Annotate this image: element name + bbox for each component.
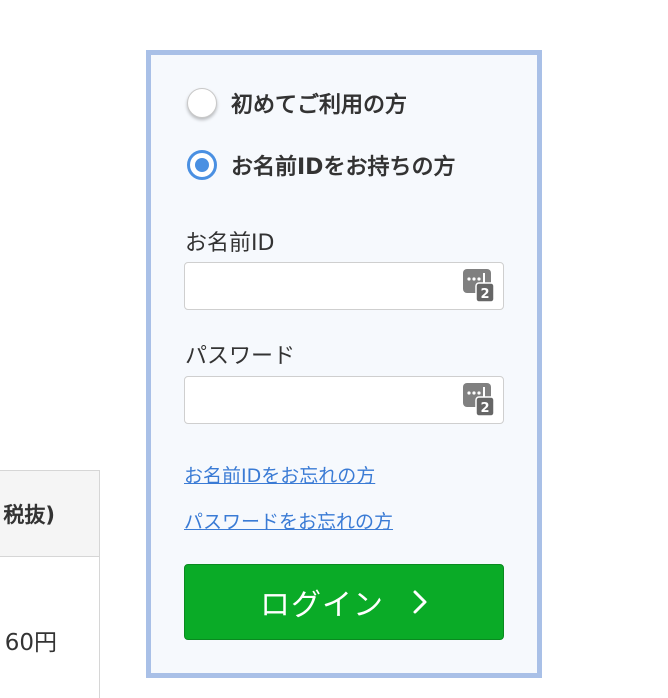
- radio-button-checked[interactable]: [187, 150, 217, 180]
- radio-first-time-user[interactable]: 初めてご利用の方: [187, 87, 407, 119]
- login-button[interactable]: ログイン: [184, 564, 504, 640]
- password-manager-icon[interactable]: 2: [463, 269, 495, 303]
- radio-label-first-time: 初めてご利用の方: [231, 93, 408, 118]
- svg-text:2: 2: [480, 401, 489, 416]
- forgot-id-link[interactable]: お名前IDをお忘れの方: [184, 461, 375, 488]
- price-table-fragment: 税抜) 60円: [0, 470, 100, 698]
- login-button-label: ログイン: [260, 588, 384, 623]
- price-table-header-text: 税抜): [3, 503, 55, 527]
- radio-existing-user[interactable]: お名前IDをお持ちの方: [187, 149, 455, 181]
- svg-text:2: 2: [480, 287, 489, 302]
- page: 税抜) 60円 初めてご利用の方 お名前IDをお持ちの方 お名前ID 2 パスワ…: [0, 0, 668, 698]
- radio-button-unchecked[interactable]: [187, 88, 217, 118]
- chevron-right-icon: [413, 590, 427, 614]
- login-panel: 初めてご利用の方 お名前IDをお持ちの方 お名前ID 2 パスワード 2 お名前…: [146, 50, 542, 678]
- forgot-password-link[interactable]: パスワードをお忘れの方: [184, 507, 393, 534]
- id-field-label: お名前ID: [185, 231, 275, 256]
- password-manager-icon[interactable]: 2: [463, 383, 495, 417]
- radio-label-existing: お名前IDをお持ちの方: [231, 155, 456, 180]
- price-table-header: 税抜): [0, 471, 99, 557]
- id-input[interactable]: [184, 262, 504, 310]
- password-field-label: パスワード: [185, 344, 296, 369]
- password-input[interactable]: [184, 376, 504, 424]
- price-table-cell-text: 60円: [4, 630, 57, 656]
